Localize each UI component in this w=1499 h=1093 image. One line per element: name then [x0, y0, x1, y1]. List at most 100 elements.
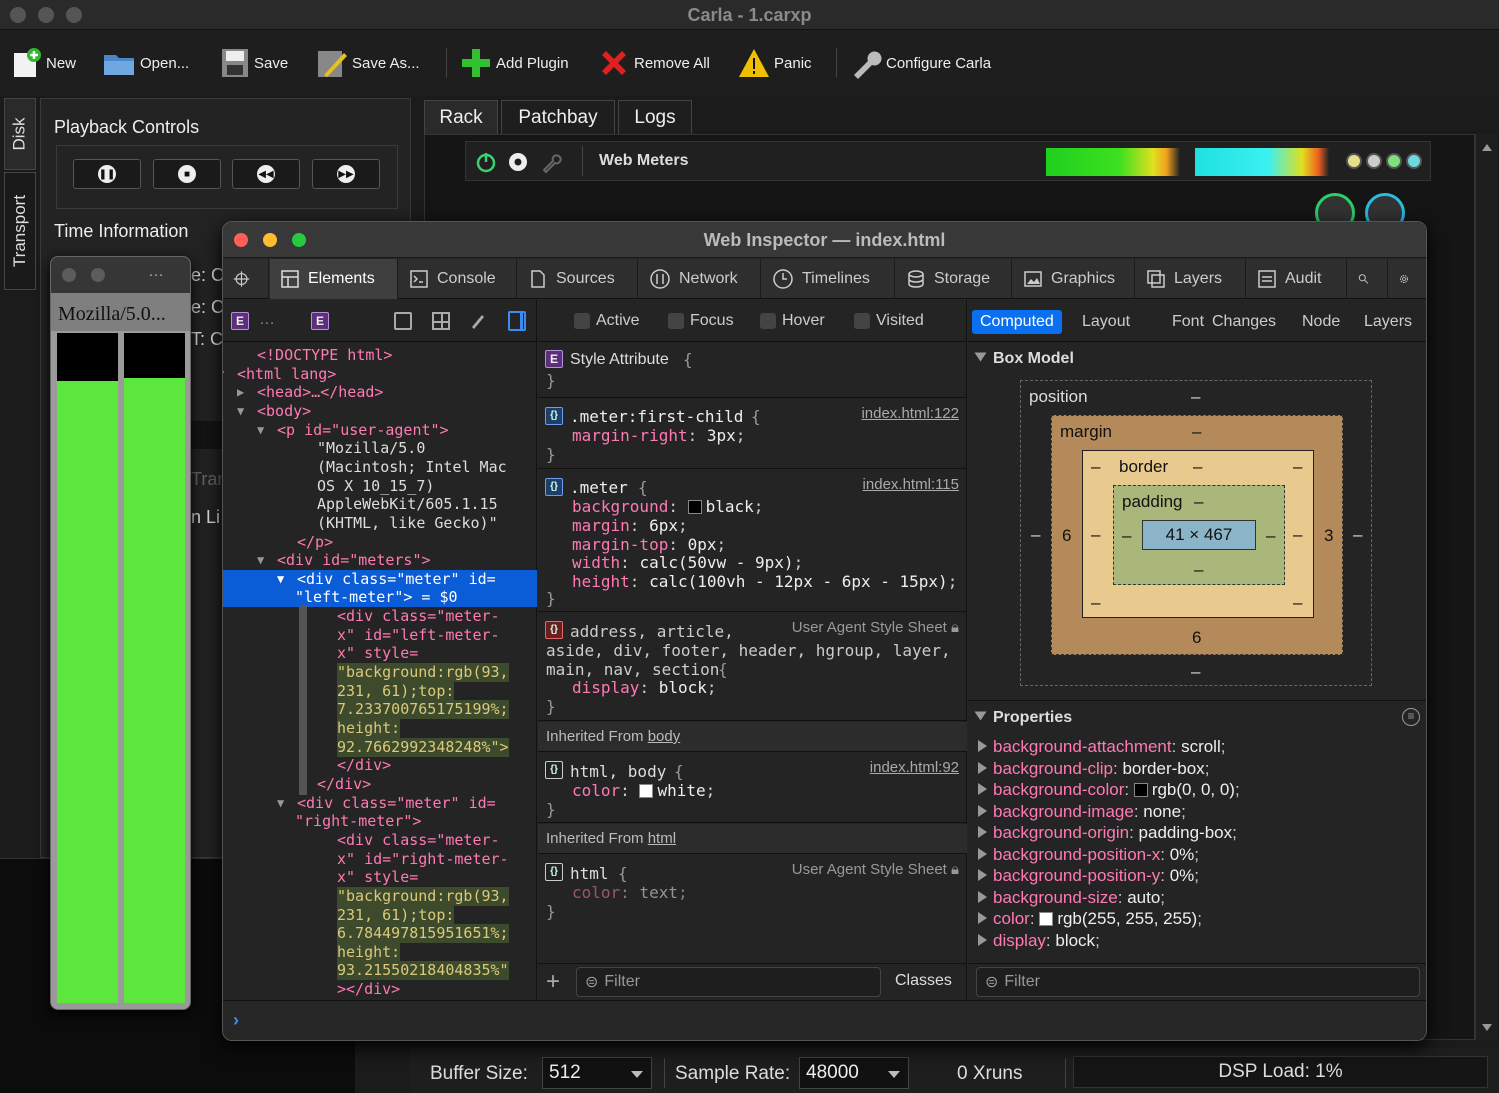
dom-node-line[interactable]: </p> — [223, 533, 537, 552]
disclosure-closed-icon[interactable] — [978, 740, 987, 752]
rule-selector[interactable]: html — [570, 864, 609, 883]
dom-node-line[interactable]: <div class="meter- — [223, 831, 537, 850]
box-model-header[interactable]: Box Model — [974, 350, 1074, 368]
css-declaration[interactable]: color: text; — [572, 883, 688, 902]
dom-node-line[interactable]: x" style= — [223, 868, 537, 887]
rule-selector[interactable]: html, body — [570, 762, 666, 781]
dom-node-line[interactable]: 231, 61);top: — [223, 905, 537, 925]
element-badge-icon[interactable]: E — [231, 312, 249, 330]
brush-icon[interactable] — [468, 311, 488, 331]
tab-transport[interactable]: Transport — [4, 172, 36, 290]
properties-header[interactable]: Properties — [974, 709, 1072, 727]
source-link[interactable]: index.html:122 — [861, 405, 959, 422]
computed-property[interactable]: background-size: auto; — [978, 887, 1165, 908]
gear-icon[interactable] — [506, 150, 530, 174]
dom-node-line[interactable]: 92.7662992348248%"> — [223, 737, 537, 757]
dom-node-line[interactable]: (Macintosh; Intel Mac — [223, 458, 537, 477]
computed-property[interactable]: background-color: rgb(0, 0, 0); — [978, 779, 1240, 800]
settings-gear-icon[interactable] — [1389, 259, 1426, 299]
close-button[interactable] — [62, 268, 76, 282]
panic-button[interactable]: Panic — [738, 46, 812, 80]
focus-checkbox[interactable] — [668, 313, 684, 329]
inherited-link[interactable]: html — [648, 830, 676, 847]
rule-selector[interactable]: .meter:first-child — [570, 407, 743, 426]
color-swatch-icon[interactable] — [1039, 912, 1054, 926]
tab-console[interactable]: Console — [399, 259, 517, 299]
disclosure-closed-icon[interactable]: ▶ — [237, 383, 244, 402]
tab-layout[interactable]: Layout — [1074, 310, 1138, 334]
add-rule-plus-icon[interactable]: + — [546, 968, 560, 996]
dom-node-line[interactable]: height: — [223, 942, 537, 962]
save-button[interactable]: Save — [220, 46, 288, 80]
rule-selector[interactable]: .meter — [570, 478, 628, 497]
dom-node-line[interactable]: "right-meter"> — [223, 812, 537, 831]
style-rule[interactable]: {} .meter { index.html:115 background: bl… — [538, 470, 967, 612]
disclosure-closed-icon[interactable] — [978, 761, 987, 774]
minimize-button[interactable] — [263, 233, 277, 247]
disclosure-open-icon[interactable]: ▼ — [237, 402, 244, 421]
tab-storage[interactable]: Storage — [896, 259, 1012, 299]
close-button[interactable] — [234, 233, 248, 247]
crosshair-icon[interactable] — [223, 259, 269, 299]
visited-checkbox[interactable] — [854, 313, 870, 329]
dom-node-line[interactable]: height: — [223, 719, 537, 738]
css-declaration[interactable]: margin-top: 0px; — [572, 535, 726, 554]
power-icon[interactable] — [474, 150, 498, 174]
dom-node-line[interactable]: "background:rgb(93, — [223, 663, 537, 683]
css-declaration[interactable]: height: calc(100vh - 12px - 6px - 15px); — [572, 572, 957, 591]
css-declaration[interactable]: display: block; — [572, 678, 717, 697]
computed-filter-input[interactable]: ⊜ Filter — [976, 967, 1420, 997]
hover-checkbox[interactable] — [760, 313, 776, 329]
dom-node-line[interactable]: 93.21550218404835%" — [223, 961, 537, 981]
breadcrumb-ellipsis[interactable]: … — [259, 311, 275, 329]
dom-node-line[interactable]: x" id="right-meter- — [223, 850, 537, 869]
play-pause-button[interactable]: ❚❚ — [73, 159, 141, 189]
minimize-button[interactable] — [91, 268, 105, 282]
configure-button[interactable]: Configure Carla — [850, 46, 991, 80]
computed-property[interactable]: background-attachment: scroll; — [978, 736, 1225, 757]
tab-graphics[interactable]: Graphics — [1013, 259, 1135, 299]
dom-node-line[interactable]: <div class="meter- — [223, 607, 537, 626]
computed-property[interactable]: background-position-x: 0%; — [978, 844, 1199, 865]
disclosure-closed-icon[interactable] — [978, 869, 987, 881]
close-button[interactable] — [10, 7, 26, 23]
grid-icon[interactable] — [432, 312, 450, 330]
inherited-link[interactable]: body — [648, 728, 681, 745]
stop-button[interactable]: ■ — [153, 159, 221, 189]
tab-timelines[interactable]: Timelines — [762, 259, 895, 299]
zoom-button[interactable] — [292, 233, 306, 247]
save-as-button[interactable]: Save As... — [316, 46, 420, 80]
disclosure-closed-icon[interactable] — [978, 933, 987, 946]
style-rule[interactable]: {} html { User Agent Style Sheet 🔒︎ color… — [538, 855, 967, 927]
dom-node-line[interactable]: 231, 61);top: — [223, 681, 537, 701]
sidebar-toggle-icon[interactable] — [508, 311, 526, 331]
dom-node-line[interactable]: x" id="left-meter- — [223, 626, 537, 645]
layout-toggle-icon[interactable] — [394, 312, 412, 330]
tab-sources[interactable]: Sources — [518, 259, 638, 299]
dom-node-line[interactable]: AppleWebKit/605.1.15 — [223, 495, 537, 514]
tab-audit[interactable]: Audit — [1247, 259, 1347, 299]
tab-layers[interactable]: Layers — [1136, 259, 1246, 299]
computed-property[interactable]: display: block; — [978, 930, 1100, 951]
tab-computed[interactable]: Computed — [972, 310, 1062, 334]
dom-node-line[interactable]: ▼ <div class="meter" id= — [223, 794, 537, 813]
sample-rate-select[interactable]: 48000 — [799, 1057, 909, 1089]
tab-rack[interactable]: Rack — [424, 100, 498, 134]
dom-node-line[interactable]: ></div> — [223, 980, 537, 999]
search-icon[interactable] — [1348, 259, 1388, 299]
style-rule[interactable]: {} .meter:first-child { index.html:122 ma… — [538, 399, 967, 469]
dom-node-line[interactable]: </div> — [223, 756, 537, 775]
dom-node-line[interactable]: ▼ <body> — [223, 402, 537, 421]
computed-property[interactable]: background-image: none; — [978, 801, 1186, 822]
color-swatch-icon[interactable] — [639, 784, 654, 798]
tab-changes[interactable]: Changes — [1204, 310, 1284, 334]
dom-node-line[interactable]: (KHTML, like Gecko)" — [223, 514, 537, 533]
computed-property[interactable]: background-clip: border-box; — [978, 758, 1209, 779]
dom-node-line[interactable]: <!DOCTYPE html> — [223, 346, 537, 365]
new-button[interactable]: New — [10, 46, 76, 80]
tab-elements[interactable]: Elements — [270, 259, 398, 299]
disclosure-closed-icon[interactable] — [978, 847, 987, 860]
source-link[interactable]: index.html:92 — [870, 759, 959, 776]
computed-property[interactable]: background-position-y: 0%; — [978, 865, 1199, 886]
color-swatch-icon[interactable] — [687, 500, 702, 514]
